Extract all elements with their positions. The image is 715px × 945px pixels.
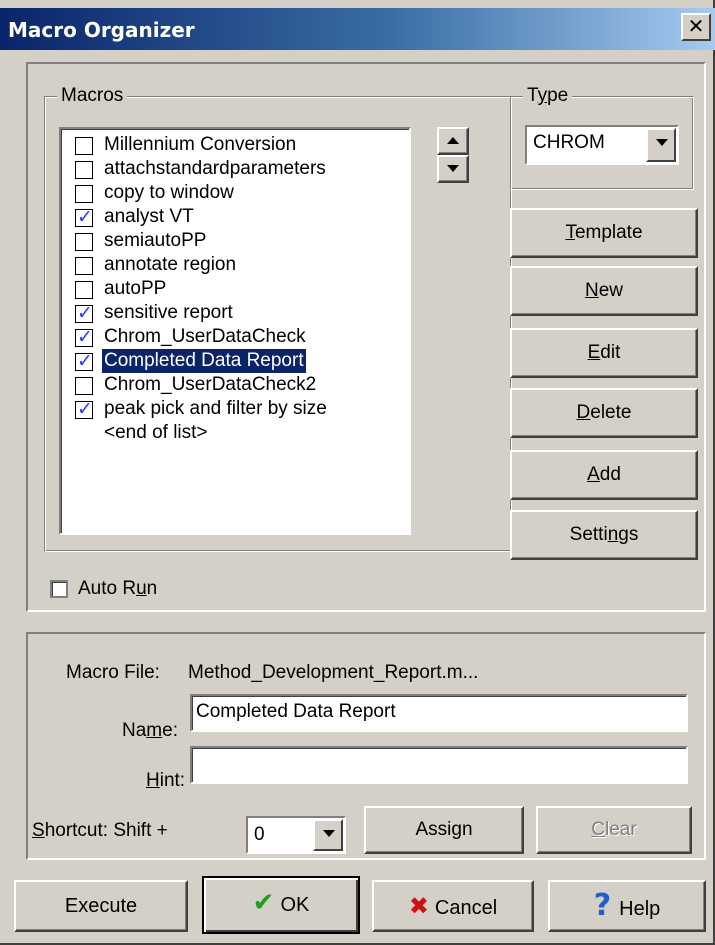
checkmark-icon: ✓	[77, 398, 93, 420]
template-button[interactable]: Template	[510, 208, 698, 258]
macro-organizer-dialog: Macro Organizer ✕ Macros Millennium Conv…	[0, 0, 715, 945]
macro-checkbox[interactable]	[75, 233, 93, 251]
macro-label: Completed Data Report	[102, 349, 306, 373]
checkmark-icon: ✓	[77, 326, 93, 348]
checkmark-icon: ✓	[77, 206, 93, 228]
macro-label: semiautoPP	[104, 230, 207, 251]
settings-button-label: Settings	[569, 524, 639, 545]
name-label: Name:	[122, 720, 178, 741]
new-button-label: New	[584, 280, 624, 301]
cancel-button[interactable]: ✖ Cancel	[372, 880, 534, 932]
question-mark-icon: ?	[593, 888, 612, 923]
cancel-button-label: Cancel	[434, 897, 498, 919]
auto-run-checkbox[interactable]: Auto Run	[50, 578, 250, 604]
auto-run-box[interactable]	[50, 580, 68, 598]
checkmark-icon: ✔	[252, 888, 275, 918]
arrow-up-icon	[447, 137, 459, 144]
execute-button-label: Execute	[64, 895, 138, 917]
macro-checkbox[interactable]	[75, 377, 93, 395]
type-dropdown-toggle[interactable]	[646, 128, 676, 162]
delete-button-label: Delete	[576, 402, 632, 423]
macros-group-label: Macros	[57, 85, 128, 107]
macro-label: Chrom_UserDataCheck	[104, 326, 306, 347]
macro-checkbox[interactable]: ✓	[75, 326, 93, 348]
execute-button[interactable]: Execute	[14, 880, 188, 932]
type-dropdown-value: CHROM	[533, 132, 605, 153]
type-groupbox: Type CHROM	[510, 85, 694, 190]
macro-checkbox[interactable]: ✓	[75, 350, 93, 372]
macro-label: autoPP	[104, 278, 167, 299]
help-button[interactable]: ? Help	[548, 880, 706, 932]
shortcut-label: Shortcut: Shift +	[32, 820, 168, 841]
template-button-label: Template	[565, 222, 643, 243]
end-of-list-label: <end of list>	[104, 422, 208, 443]
close-icon: ✕	[687, 14, 705, 38]
window-title: Macro Organizer	[8, 18, 195, 42]
move-down-button[interactable]	[437, 155, 469, 183]
clear-button-label: Clear	[591, 819, 637, 840]
edit-button-label: Edit	[587, 342, 621, 363]
hint-label: Hint:	[146, 770, 186, 791]
ok-button[interactable]: ✔ OK	[202, 876, 360, 934]
ok-button-label: OK	[280, 894, 310, 916]
macro-label: copy to window	[104, 182, 234, 203]
name-input[interactable]: Completed Data Report	[190, 694, 688, 732]
macro-checkbox[interactable]: ✓	[75, 302, 93, 324]
close-button[interactable]: ✕	[681, 13, 711, 41]
auto-run-label: Auto Run	[78, 578, 158, 599]
macro-checkbox[interactable]: ✓	[75, 206, 93, 228]
macro-file-value: Method_Development_Report.m...	[188, 662, 479, 683]
macro-file-label: Macro File:	[66, 662, 160, 683]
delete-button[interactable]: Delete	[510, 388, 698, 438]
settings-button[interactable]: Settings	[510, 510, 698, 560]
type-group-label: Type	[523, 85, 573, 107]
x-icon: ✖	[408, 892, 429, 920]
shortcut-dropdown[interactable]: 0	[246, 816, 346, 854]
macros-groupbox: Macros Millennium Conversion attachstanda…	[44, 85, 512, 552]
macro-label: Millennium Conversion	[104, 134, 297, 155]
macros-panel: Macros Millennium Conversion attachstanda…	[26, 62, 706, 612]
shortcut-dropdown-toggle[interactable]	[313, 819, 343, 851]
checkmark-icon: ✓	[77, 350, 93, 372]
add-button[interactable]: Add	[510, 450, 698, 500]
edit-button[interactable]: Edit	[510, 328, 698, 378]
macro-label: annotate region	[104, 254, 237, 275]
macro-checkbox[interactable]	[75, 161, 93, 179]
macro-checkbox[interactable]	[75, 281, 93, 299]
macro-label: Chrom_UserDataCheck2	[104, 374, 317, 395]
macro-list[interactable]: Millennium Conversion attachstandardparam…	[59, 127, 411, 535]
help-button-label: Help	[619, 898, 661, 920]
move-up-button[interactable]	[437, 127, 469, 155]
macro-label: attachstandardparameters	[104, 158, 326, 179]
hint-input[interactable]	[190, 746, 688, 784]
chevron-down-icon	[656, 139, 668, 146]
clear-button[interactable]: Clear	[536, 806, 692, 854]
arrow-down-icon	[447, 165, 459, 172]
macro-checkbox[interactable]	[75, 137, 93, 155]
chevron-down-icon	[323, 830, 335, 837]
assign-button[interactable]: Assign	[364, 806, 524, 854]
checkmark-icon: ✓	[77, 302, 93, 324]
assign-button-label: Assign	[415, 819, 473, 840]
macro-label: analyst VT	[104, 206, 194, 227]
macro-checkbox[interactable]: ✓	[75, 398, 93, 420]
title-bar[interactable]: Macro Organizer ✕	[0, 8, 715, 50]
type-dropdown[interactable]: CHROM	[525, 125, 679, 165]
macro-label: peak pick and filter by size	[104, 398, 327, 419]
macro-checkbox[interactable]	[75, 257, 93, 275]
shortcut-dropdown-value: 0	[254, 824, 265, 845]
add-button-label: Add	[587, 464, 621, 485]
macro-label: sensitive report	[104, 302, 233, 323]
new-button[interactable]: New	[510, 266, 698, 316]
details-panel: Macro File: Method_Development_Report.m.…	[26, 632, 706, 860]
macro-checkbox[interactable]	[75, 185, 93, 203]
